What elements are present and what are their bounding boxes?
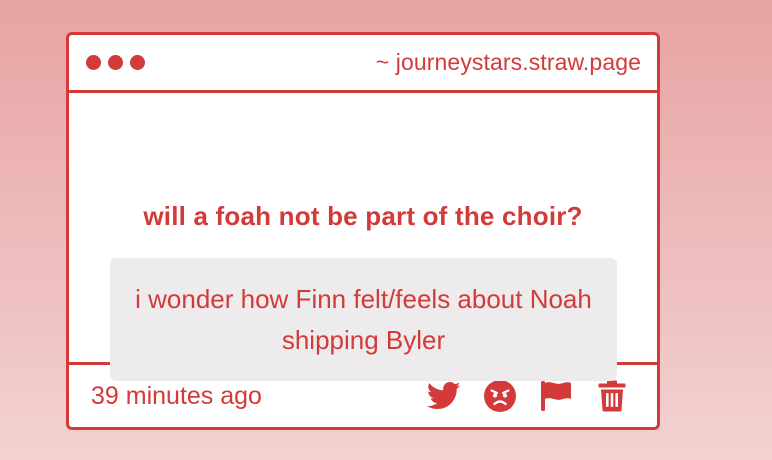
react-angry-button[interactable] [483, 379, 517, 413]
timestamp: 39 minutes ago [91, 381, 262, 410]
post-body: will a foah not be part of the choir? i … [69, 93, 657, 381]
delete-button[interactable] [595, 379, 629, 413]
window-dot-3 [130, 55, 145, 70]
window-titlebar: ~ journeystars.straw.page [69, 35, 657, 93]
window-dot-1 [86, 55, 101, 70]
question-text: will a foah not be part of the choir? [143, 201, 583, 231]
angry-face-icon [484, 380, 516, 412]
share-twitter-button[interactable] [427, 379, 461, 413]
flag-icon [541, 381, 571, 411]
report-flag-button[interactable] [539, 379, 573, 413]
window-dot-2 [108, 55, 123, 70]
trash-icon [598, 380, 626, 412]
window-controls [86, 55, 145, 70]
page-url[interactable]: ~ journeystars.straw.page [376, 49, 641, 76]
twitter-icon [427, 381, 461, 410]
answer-box: i wonder how Finn felt/feels about Noah … [110, 258, 617, 381]
action-bar [427, 379, 629, 413]
post-card: ~ journeystars.straw.page will a foah no… [66, 32, 660, 430]
answer-text: i wonder how Finn felt/feels about Noah … [135, 283, 592, 355]
